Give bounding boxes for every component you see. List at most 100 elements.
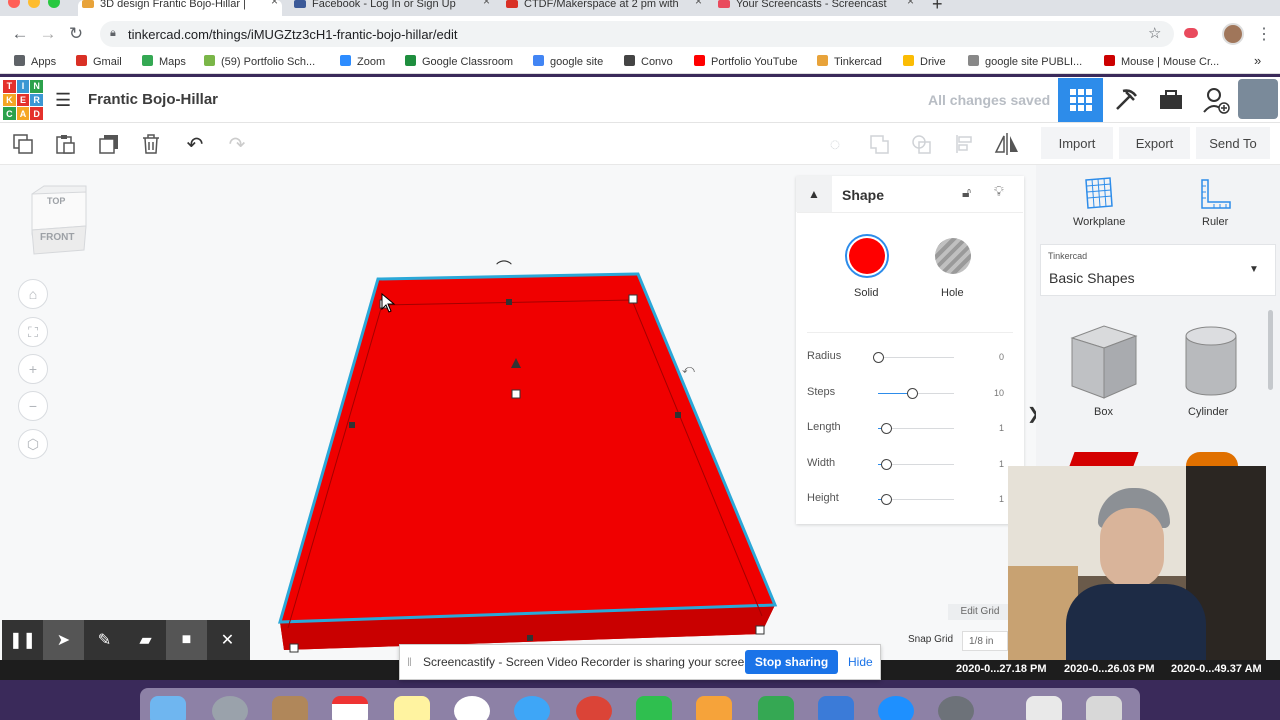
hide-button[interactable]: Hide bbox=[848, 655, 873, 669]
highlighter-icon[interactable]: ▰ bbox=[125, 620, 166, 660]
workplane-button[interactable]: Workplane bbox=[1073, 216, 1125, 228]
chrome-icon[interactable] bbox=[576, 696, 612, 720]
bookmark-mouse[interactable]: Mouse | Mouse Cr... bbox=[1104, 55, 1219, 68]
desktop-file-label[interactable]: 2020-0...49.37 AM bbox=[1171, 663, 1262, 675]
bookmark-apps[interactable]: Apps bbox=[14, 55, 56, 68]
drag-handle-icon[interactable]: ‖ bbox=[407, 655, 412, 669]
keynote-icon[interactable] bbox=[818, 696, 854, 720]
undo-icon[interactable]: ↶ bbox=[182, 131, 208, 157]
ungroup-icon[interactable] bbox=[908, 131, 934, 157]
rotate-handle-icon[interactable]: ⌒ bbox=[496, 255, 512, 279]
zoom-out-icon[interactable]: − bbox=[18, 391, 48, 421]
facetime-icon[interactable] bbox=[636, 696, 672, 720]
cylinder-shape-icon[interactable] bbox=[1182, 324, 1240, 398]
numbers-icon[interactable] bbox=[758, 696, 794, 720]
tinkercad-logo[interactable]: T I N K E R C A D bbox=[3, 80, 43, 120]
close-tab-icon[interactable]: × bbox=[907, 0, 914, 7]
paste-icon[interactable] bbox=[52, 131, 78, 157]
new-tab-button[interactable]: + bbox=[932, 0, 943, 15]
close-tab-icon[interactable]: × bbox=[271, 0, 278, 7]
send-to-button[interactable]: Send To bbox=[1196, 127, 1270, 159]
forward-icon[interactable]: → bbox=[38, 24, 58, 44]
blocks-button[interactable] bbox=[1103, 78, 1148, 122]
close-tab-icon[interactable]: × bbox=[695, 0, 702, 7]
pages-icon[interactable] bbox=[696, 696, 732, 720]
property-slider-knob[interactable] bbox=[881, 494, 892, 505]
copy-icon[interactable] bbox=[10, 131, 36, 157]
box-shape-icon[interactable] bbox=[1068, 322, 1138, 402]
property-slider-knob[interactable] bbox=[907, 387, 918, 399]
property-value[interactable]: 10 bbox=[992, 388, 1004, 398]
library-scrollbar[interactable] bbox=[1268, 310, 1273, 390]
property-value[interactable]: 1 bbox=[992, 459, 1004, 469]
bookmark-portfolio-school[interactable]: (59) Portfolio Sch... bbox=[204, 55, 315, 68]
contacts-icon[interactable] bbox=[272, 696, 308, 720]
bricks-button[interactable] bbox=[1148, 78, 1193, 122]
calendar-icon[interactable] bbox=[332, 696, 368, 720]
reload-icon[interactable]: ↻ bbox=[66, 24, 86, 44]
bookmark-portfolio-youtube[interactable]: Portfolio YouTube bbox=[694, 55, 797, 68]
export-button[interactable]: Export bbox=[1119, 127, 1190, 159]
bookmark-maps[interactable]: Maps bbox=[142, 55, 186, 68]
pen-icon[interactable]: ✎ bbox=[84, 620, 125, 660]
close-tab-icon[interactable]: × bbox=[483, 0, 490, 7]
screencastify-extension-icon[interactable] bbox=[1184, 28, 1198, 38]
browser-menu-icon[interactable]: ⋮ bbox=[1256, 24, 1272, 44]
browser-tab[interactable]: CTDF/Makerspace at 2 pm with × bbox=[502, 0, 706, 16]
collapse-panel-icon[interactable]: ▲ bbox=[796, 176, 832, 212]
lock-shape-icon[interactable]: 🔓︎ bbox=[962, 184, 971, 201]
camera-icon[interactable]: ■ bbox=[166, 620, 207, 660]
duplicate-icon[interactable] bbox=[96, 131, 122, 157]
user-avatar[interactable] bbox=[1238, 79, 1278, 119]
desktop-file-label[interactable]: 2020-0...26.03 PM bbox=[1064, 663, 1155, 675]
rotate-handle-side-icon[interactable]: ⤺ bbox=[682, 362, 695, 377]
delete-icon[interactable] bbox=[138, 131, 164, 157]
bookmark-star-icon[interactable]: ☆ bbox=[1148, 24, 1161, 42]
redo-icon[interactable]: ↷ bbox=[224, 131, 250, 157]
edit-grid-button[interactable]: Edit Grid bbox=[948, 604, 1012, 620]
property-value[interactable]: 1 bbox=[992, 494, 1004, 504]
perspective-icon[interactable]: ⬡ bbox=[18, 429, 48, 459]
bookmark-zoom[interactable]: Zoom bbox=[340, 55, 385, 68]
hole-button[interactable] bbox=[935, 238, 971, 274]
launchpad-icon[interactable] bbox=[212, 696, 248, 720]
app-store-icon[interactable] bbox=[878, 696, 914, 720]
back-icon[interactable]: ← bbox=[10, 24, 30, 44]
bookmark-google-site[interactable]: google site bbox=[533, 55, 603, 68]
visibility-bulb-icon[interactable]: 💡︎ bbox=[994, 183, 1004, 200]
home-view-icon[interactable]: ⌂ bbox=[18, 279, 48, 309]
import-button[interactable]: Import bbox=[1041, 127, 1113, 159]
property-slider-knob[interactable] bbox=[881, 458, 892, 470]
property-slider-knob[interactable] bbox=[881, 423, 892, 434]
close-icon[interactable]: ✕ bbox=[207, 620, 248, 660]
mirror-icon[interactable] bbox=[994, 131, 1020, 157]
bookmark-gmail[interactable]: Gmail bbox=[76, 55, 122, 68]
browser-tab[interactable]: 3D design Frantic Bojo-Hillar | × bbox=[78, 0, 282, 16]
align-icon[interactable] bbox=[952, 131, 978, 157]
property-slider-track[interactable] bbox=[878, 357, 954, 358]
red-shape[interactable] bbox=[270, 250, 790, 660]
pause-icon[interactable]: ❚❚ bbox=[2, 620, 43, 660]
browser-tab[interactable]: Facebook - Log In or Sign Up × bbox=[290, 0, 494, 16]
bookmark-convo[interactable]: Convo bbox=[624, 55, 673, 68]
roof-shape-icon[interactable] bbox=[1069, 452, 1139, 466]
lightbulb-icon[interactable]: ◌ bbox=[822, 131, 848, 157]
safari-icon[interactable] bbox=[514, 696, 550, 720]
browser-tab[interactable]: Your Screencasts - Screencast × bbox=[714, 0, 918, 16]
profile-avatar[interactable] bbox=[1222, 23, 1244, 45]
workplane-icon[interactable] bbox=[1080, 176, 1118, 212]
ruler-icon[interactable] bbox=[1198, 178, 1232, 212]
property-slider-knob[interactable] bbox=[873, 352, 884, 363]
zoom-in-icon[interactable]: + bbox=[18, 354, 48, 384]
design-title[interactable]: Frantic Bojo-Hillar bbox=[88, 91, 218, 108]
trash-icon[interactable] bbox=[1086, 696, 1122, 720]
snap-grid-select[interactable]: 1/8 in bbox=[962, 631, 1008, 651]
bookmark-google-classroom[interactable]: Google Classroom bbox=[405, 55, 513, 68]
notes-icon[interactable] bbox=[394, 696, 430, 720]
bookmark-google-site-public[interactable]: google site PUBLI... bbox=[968, 55, 1082, 68]
solid-button[interactable] bbox=[845, 234, 889, 278]
url-text[interactable]: tinkercad.com/things/iMUGZtz3cH1-frantic… bbox=[128, 27, 457, 42]
share-user-button[interactable] bbox=[1193, 78, 1238, 122]
bookmark-tinkercad[interactable]: Tinkercad bbox=[817, 55, 882, 68]
finder-icon[interactable] bbox=[150, 696, 186, 720]
